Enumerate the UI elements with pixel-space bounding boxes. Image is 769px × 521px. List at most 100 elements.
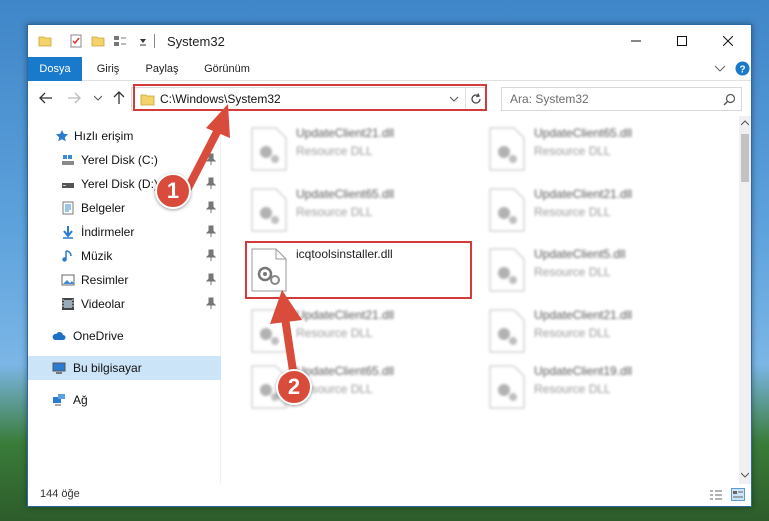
file-tile[interactable]: UpdateClient21.dll Resource DLL xyxy=(486,183,716,237)
file-description: Resource DLL xyxy=(534,326,611,340)
star-icon xyxy=(56,130,68,142)
sidebar-item-label: Bu bilgisayar xyxy=(73,361,142,375)
music-icon xyxy=(62,250,72,262)
pin-icon[interactable] xyxy=(206,225,216,237)
drive-icon xyxy=(62,155,74,165)
tab-home[interactable]: Giriş xyxy=(86,57,130,81)
computer-icon xyxy=(52,362,66,374)
forward-button[interactable] xyxy=(66,90,82,106)
scroll-down-icon[interactable] xyxy=(741,472,749,478)
search-input[interactable]: Ara: System32 xyxy=(501,87,742,111)
arrow-left-icon xyxy=(39,92,52,104)
sidebar-item-label: Müzik xyxy=(81,249,113,263)
dll-file-icon xyxy=(489,309,525,353)
ribbon: Dosya Giriş Paylaş Görünüm ? xyxy=(28,57,751,81)
file-description: Resource DLL xyxy=(534,205,611,219)
sidebar-item-label: Belgeler xyxy=(81,201,126,215)
cloud-icon xyxy=(52,332,66,340)
file-tile[interactable]: UpdateClient19.dll Resource DLL xyxy=(486,360,716,414)
sidebar-item-network[interactable]: Ağ xyxy=(28,388,221,412)
file-name: UpdateClient21.dll xyxy=(534,187,633,201)
chevron-down-icon[interactable] xyxy=(714,64,726,74)
up-button[interactable] xyxy=(111,90,127,106)
sidebar-item-label: Yerel Disk (D:) xyxy=(81,177,158,191)
sidebar-item-label: İndirmeler xyxy=(81,225,135,239)
item-count: 144 öğe xyxy=(40,488,80,500)
tab-share[interactable]: Paylaş xyxy=(135,57,189,81)
maximize-icon xyxy=(677,36,687,46)
tab-file[interactable]: Dosya xyxy=(28,57,82,81)
search-placeholder: Ara: System32 xyxy=(510,92,589,106)
back-button[interactable] xyxy=(38,90,54,106)
dll-file-icon xyxy=(489,365,525,409)
sidebar-item-label: OneDrive xyxy=(73,329,124,343)
dll-file-icon xyxy=(489,188,525,232)
file-tile[interactable]: UpdateClient65.dll Resource DLL xyxy=(248,183,478,237)
window-title: System32 xyxy=(167,34,225,49)
file-name: UpdateClient19.dll xyxy=(534,364,633,378)
documents-icon xyxy=(62,201,74,215)
sidebar-item-label: Videolar xyxy=(81,297,125,311)
title-separator xyxy=(154,34,155,48)
pin-icon[interactable] xyxy=(206,249,216,261)
network-icon xyxy=(53,394,65,406)
sidebar-item-this-pc[interactable]: Bu bilgisayar xyxy=(28,356,221,380)
title-bar: System32 xyxy=(28,25,751,57)
file-description: Resource DLL xyxy=(534,265,611,279)
file-description: Resource DLL xyxy=(296,205,373,219)
file-tile[interactable]: UpdateClient5.dll Resource DLL xyxy=(486,243,716,297)
folder-icon[interactable] xyxy=(38,34,52,48)
help-icon[interactable]: ? xyxy=(735,61,750,76)
status-bar: 144 öğe xyxy=(28,484,751,506)
pictures-icon xyxy=(61,274,75,286)
pin-icon[interactable] xyxy=(206,273,216,285)
svg-text:?: ? xyxy=(739,65,745,76)
sidebar-item-downloads[interactable]: İndirmeler xyxy=(28,220,221,244)
dll-file-icon xyxy=(489,127,525,171)
file-name: UpdateClient65.dll xyxy=(534,126,633,140)
new-folder-icon[interactable] xyxy=(91,34,105,48)
file-description: Resource DLL xyxy=(534,144,611,158)
tab-view[interactable]: Görünüm xyxy=(196,57,258,81)
close-button[interactable] xyxy=(705,25,751,57)
sidebar-item-videos[interactable]: Videolar xyxy=(28,292,221,316)
scrollbar-thumb[interactable] xyxy=(741,134,749,182)
file-name: UpdateClient21.dll xyxy=(534,308,633,322)
scroll-up-icon[interactable] xyxy=(741,120,749,126)
sidebar-item-pictures[interactable]: Resimler xyxy=(28,268,221,292)
file-name: UpdateClient21.dll xyxy=(296,126,395,140)
tiles-view-icon[interactable] xyxy=(731,488,745,501)
file-tile[interactable]: UpdateClient65.dll Resource DLL xyxy=(486,122,716,176)
sidebar-item-label: Resimler xyxy=(81,273,129,287)
customize-toolbar-icon[interactable] xyxy=(113,34,127,48)
search-icon[interactable] xyxy=(723,93,736,106)
step-2-badge: 2 xyxy=(276,369,312,405)
file-description: Resource DLL xyxy=(534,382,611,396)
file-tile[interactable]: UpdateClient21.dll Resource DLL xyxy=(486,304,716,358)
dropdown-arrow-icon[interactable] xyxy=(136,34,150,48)
details-view-icon[interactable] xyxy=(709,489,723,501)
dll-file-icon xyxy=(251,127,287,171)
file-name: UpdateClient5.dll xyxy=(534,247,626,261)
arrow-right-icon xyxy=(68,92,81,104)
sidebar-item-label: Ağ xyxy=(73,393,88,407)
arrow-up-icon xyxy=(113,91,125,104)
video-icon xyxy=(62,298,74,310)
sidebar-item-onedrive[interactable]: OneDrive xyxy=(28,324,221,348)
drive-icon xyxy=(62,183,74,188)
sidebar-item-label: Yerel Disk (C:) xyxy=(81,153,158,167)
file-tile[interactable]: UpdateClient21.dll Resource DLL xyxy=(248,122,478,176)
properties-icon[interactable] xyxy=(69,34,83,48)
maximize-button[interactable] xyxy=(659,25,705,57)
pin-icon[interactable] xyxy=(206,297,216,309)
sidebar-item-music[interactable]: Müzik xyxy=(28,244,221,268)
download-icon xyxy=(63,226,73,239)
vertical-scrollbar[interactable] xyxy=(739,116,751,484)
dll-file-icon xyxy=(251,188,287,232)
dll-file-icon xyxy=(489,248,525,292)
file-description: Resource DLL xyxy=(296,144,373,158)
minimize-button[interactable] xyxy=(613,25,659,57)
chevron-down-icon xyxy=(94,95,102,101)
recent-locations-button[interactable] xyxy=(90,90,106,106)
step-1-badge: 1 xyxy=(155,173,191,209)
